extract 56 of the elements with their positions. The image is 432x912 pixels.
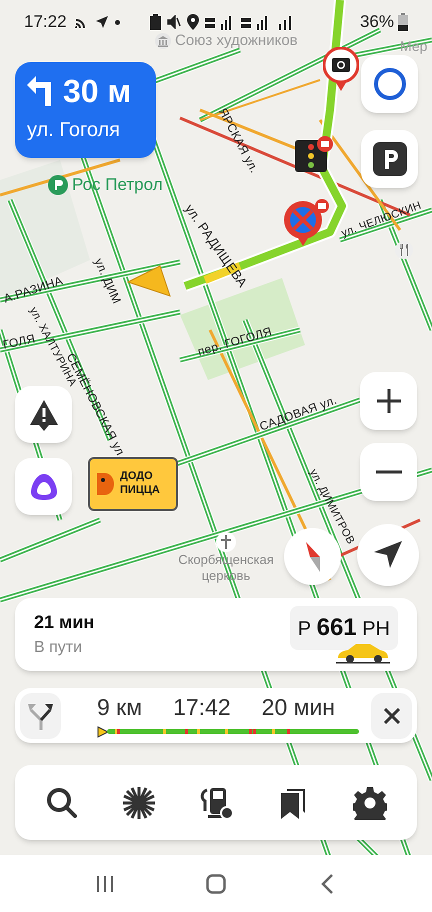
plus-icon [376,388,402,414]
location-arrow-icon [127,265,171,297]
route-distance: 9 км [97,692,142,722]
parking-icon [372,142,406,176]
warning-icon [28,398,58,430]
bookmarks-icon [279,786,308,818]
minus-icon [376,470,402,474]
close-icon [384,708,400,724]
navigation-arrow-icon [373,540,403,570]
starburst-icon [122,786,156,820]
cross-icon [216,532,236,552]
route-status: В пути [34,638,84,658]
fuel-station-icon [48,174,68,195]
turn-left-icon [27,76,51,106]
zoom-in-button[interactable] [360,372,417,430]
mute-icon [166,15,181,29]
battery-icon [398,13,408,31]
traffic-light-icon [295,136,333,172]
parking-button[interactable] [361,130,418,188]
fuel-pump-icon [198,786,233,818]
search-icon [46,786,78,818]
dot-icon [114,20,120,24]
voice-assistant-button[interactable] [15,458,72,515]
route-remaining: 20 мин [262,692,335,722]
route-arrival: 17:42 [173,692,231,722]
status-time: 17:22 [24,11,67,34]
zoom-out-button[interactable] [360,443,417,501]
speed-camera-marker-icon [323,47,359,91]
my-location-button[interactable] [357,524,419,586]
location-pin-icon [186,14,199,30]
no-stopping-sign-icon [283,198,329,246]
battery-percent: 36% [360,11,394,34]
ring-icon [372,67,406,101]
bird-logo-icon [94,471,116,497]
home-icon [206,874,226,894]
close-button[interactable] [371,692,412,738]
billboard-text: ДОДО ПИЦЦА [120,470,161,498]
maneuver-distance: 30 м [63,75,132,107]
recent-apps-icon [96,874,114,892]
map-label: ГОЛЯ [1,330,37,354]
route-duration: 21 мин [34,611,94,634]
museum-icon [155,33,171,50]
battery-saver-icon [150,14,161,30]
taxi-car-icon [336,642,390,664]
voice-assistant-button[interactable] [361,55,418,113]
billboard-sign[interactable]: ДОДО ПИЦЦА [88,457,178,511]
navigation-arrow-icon [94,15,109,29]
map-label: Союз художников [175,31,298,51]
taxi-price-button[interactable]: Р 661 РН [290,606,398,650]
back-icon [320,874,333,894]
signal-icon [276,14,293,30]
settings-icon [353,786,388,820]
fork-arrow-icon [28,702,54,730]
alternative-routes-button[interactable] [20,692,61,738]
ring-icon [28,472,58,502]
maneuver-street: ул. Гоголя [27,118,121,143]
